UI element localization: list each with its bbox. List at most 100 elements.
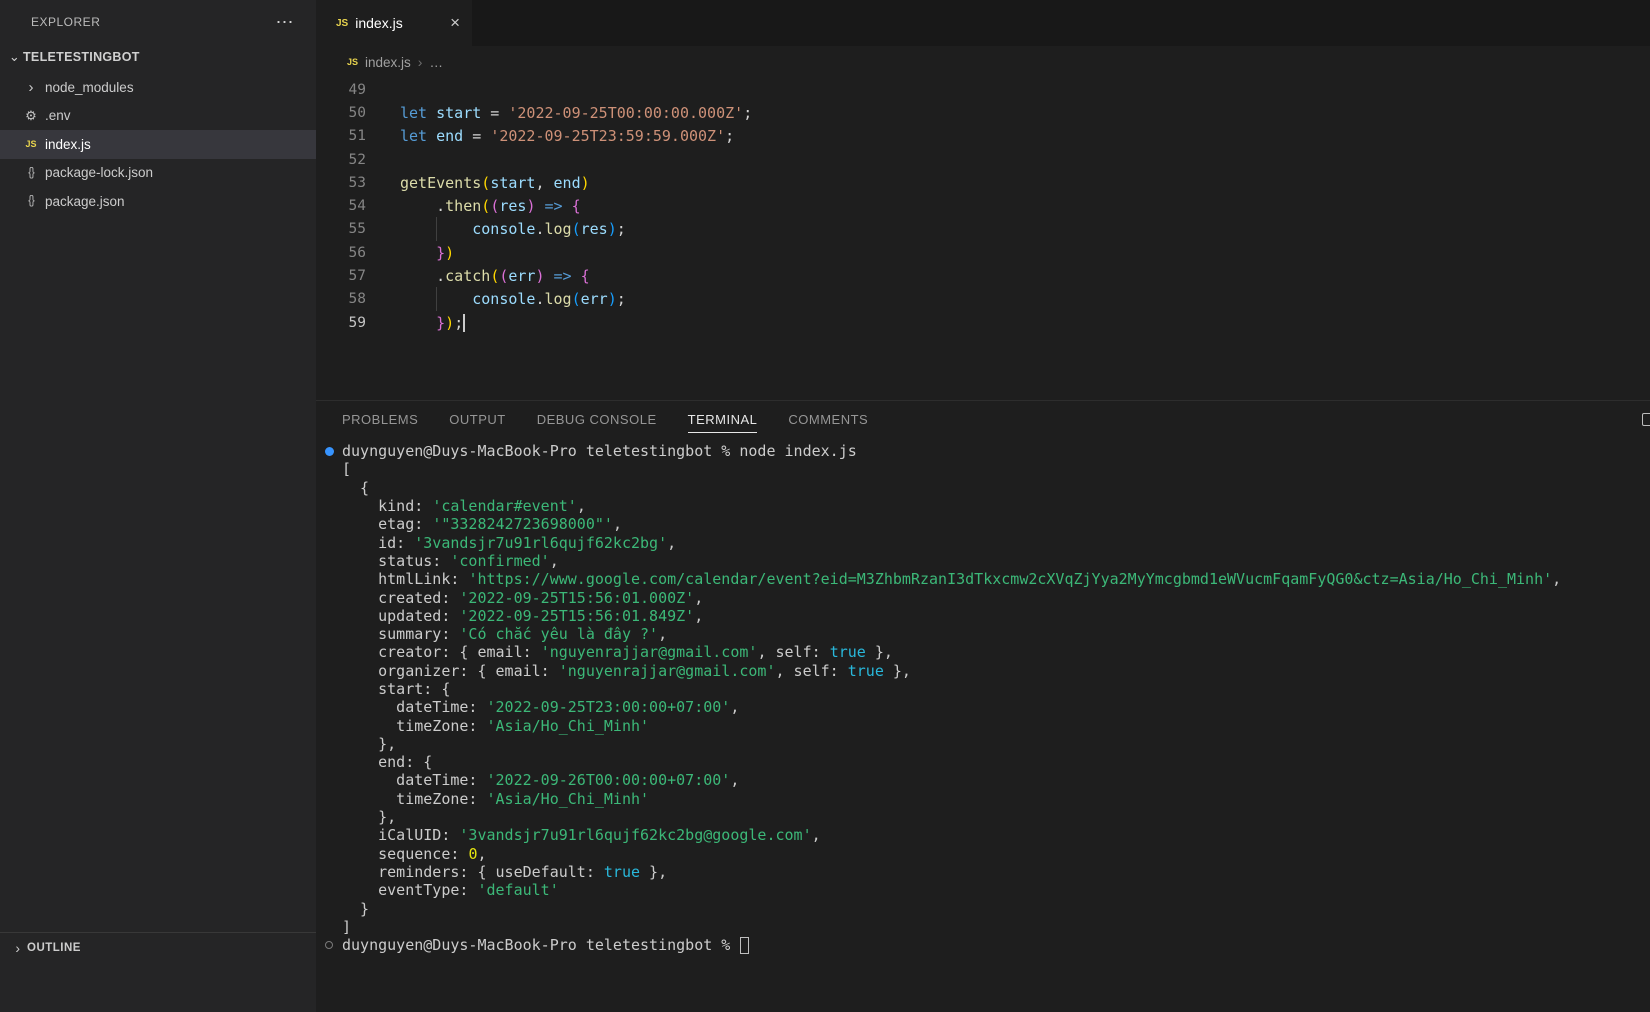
js-icon: JS (18, 139, 44, 149)
terminal-text: iCalUID: '3vandsjr7u91rl6qujf62kc2bg@goo… (342, 826, 821, 844)
outline-label: OUTLINE (27, 942, 81, 954)
token-t: dateTime: (342, 698, 487, 716)
run-command-decoration (316, 447, 342, 456)
code-text: console.log(res); (400, 220, 626, 238)
token-t: }, (342, 808, 396, 826)
code-line-53[interactable]: 53getEvents(start, end) (316, 171, 1650, 194)
code-line-57[interactable]: 57 .catch((err) => { (316, 264, 1650, 287)
token-g: 'Asia/Ho_Chi_Minh' (487, 790, 650, 808)
token-g: 'nguyenrajjar@gmail.com' (541, 643, 758, 661)
terminal-line: id: '3vandsjr7u91rl6qujf62kc2bg', (316, 533, 1650, 551)
line-number: 59 (316, 315, 400, 331)
terminal-line: timeZone: 'Asia/Ho_Chi_Minh' (316, 790, 1650, 808)
code-line-52[interactable]: 52 (316, 148, 1650, 171)
breadcrumb-file[interactable]: index.js (365, 55, 411, 70)
terminal-text: creator: { email: 'nguyenrajjar@gmail.co… (342, 643, 893, 661)
token-t: creator: { email: (342, 643, 541, 661)
file-item-package.json[interactable]: {}package.json (0, 187, 316, 216)
terminal[interactable]: duynguyen@Duys-MacBook-Pro teletestingbo… (316, 439, 1650, 1012)
token-pl: . (535, 220, 544, 238)
token-kw: let (400, 104, 427, 122)
token-t: , (477, 845, 486, 863)
file-item-package-lock.json[interactable]: {}package-lock.json (0, 159, 316, 188)
panel-tab-problems[interactable]: PROBLEMS (342, 407, 418, 433)
token-g: 'https://www.google.com/calendar/event?e… (468, 570, 1552, 588)
token-str: '2022-09-25T00:00:00.000Z' (508, 104, 743, 122)
terminal-text: htmlLink: 'https://www.google.com/calend… (342, 570, 1561, 588)
panel-tab-terminal[interactable]: TERMINAL (688, 407, 758, 433)
terminal-line: start: { (316, 680, 1650, 698)
panel-tab-comments[interactable]: COMMENTS (788, 407, 868, 433)
panel-tab-debug-console[interactable]: DEBUG CONSOLE (537, 407, 657, 433)
code-line-58[interactable]: 58 console.log(err); (316, 288, 1650, 311)
code-line-49[interactable]: 49 (316, 78, 1650, 101)
code-line-54[interactable]: 54 .then((res) => { (316, 194, 1650, 217)
terminal-text: { (342, 479, 369, 497)
tab-index-js[interactable]: JS index.js × (316, 0, 472, 46)
file-item-index.js[interactable]: JSindex.js (0, 130, 316, 159)
code-text: let end = '2022-09-25T23:59:59.000Z'; (400, 127, 734, 145)
code-line-56[interactable]: 56 }) (316, 241, 1650, 264)
file-item-.env[interactable]: ⚙.env (0, 102, 316, 131)
more-actions-icon[interactable]: ⋯ (276, 13, 295, 31)
terminal-text: end: { (342, 753, 432, 771)
token-g: '2022-09-25T23:00:00+07:00' (487, 698, 731, 716)
terminal-text: id: '3vandsjr7u91rl6qujf62kc2bg', (342, 534, 676, 552)
code-line-55[interactable]: 55 console.log(res); (316, 218, 1650, 241)
token-t: ] (342, 918, 351, 936)
file-tree: ›node_modules⚙.envJSindex.js{}package-lo… (0, 70, 316, 216)
breadcrumb-symbol[interactable]: … (429, 55, 443, 70)
terminal-text: dateTime: '2022-09-26T00:00:00+07:00', (342, 771, 739, 789)
token-t: , (613, 515, 622, 533)
terminal-text: start: { (342, 680, 450, 698)
token-b: true (848, 662, 884, 680)
token-t: , (658, 625, 667, 643)
token-g: 'nguyenrajjar@gmail.com' (559, 662, 776, 680)
close-tab-icon[interactable]: × (450, 13, 460, 33)
terminal-line: } (316, 899, 1650, 917)
terminal-text: reminders: { useDefault: true }, (342, 863, 667, 881)
token-b1: ) (445, 244, 454, 262)
token-t: sequence: (342, 845, 468, 863)
token-var: start (436, 104, 481, 122)
outline-section[interactable]: › OUTLINE (0, 932, 316, 962)
chevron-down-icon: ⌄ (6, 49, 23, 65)
token-t: { (342, 479, 369, 497)
terminal-line: duynguyen@Duys-MacBook-Pro teletestingbo… (316, 442, 1650, 460)
token-var: err (581, 290, 608, 308)
terminal-line: }, (316, 735, 1650, 753)
js-file-icon: JS (336, 18, 348, 29)
token-b3: ) (608, 220, 617, 238)
token-t: kind: (342, 497, 432, 515)
root-folder-row[interactable]: ⌄ TELETESTINGBOT (0, 44, 316, 70)
token-b1: ( (481, 174, 490, 192)
terminal-line: duynguyen@Duys-MacBook-Pro teletestingbo… (316, 936, 1650, 954)
item-label: index.js (45, 137, 91, 152)
terminal-text: timeZone: 'Asia/Ho_Chi_Minh' (342, 717, 649, 735)
explorer-title: EXPLORER (31, 15, 100, 29)
terminal-line: dateTime: '2022-09-26T00:00:00+07:00', (316, 771, 1650, 789)
code-line-51[interactable]: 51let end = '2022-09-25T23:59:59.000Z'; (316, 125, 1650, 148)
terminal-text: updated: '2022-09-25T15:56:01.849Z', (342, 607, 703, 625)
panel-action-icon[interactable] (1642, 413, 1650, 426)
terminal-text: etag: '"3328242723698000"', (342, 515, 622, 533)
token-t: , (694, 589, 703, 607)
code-line-59[interactable]: 59 }); (316, 311, 1650, 334)
terminal-text: created: '2022-09-25T15:56:01.000Z', (342, 589, 703, 607)
token-pl: . (400, 267, 445, 285)
token-t: eventType: (342, 881, 477, 899)
code-editor[interactable]: 4950let start = '2022-09-25T00:00:00.000… (316, 78, 1650, 400)
token-var: console (472, 290, 535, 308)
panel-tab-output[interactable]: OUTPUT (449, 407, 505, 433)
terminal-line: created: '2022-09-25T15:56:01.000Z', (316, 588, 1650, 606)
token-t: dateTime: (342, 771, 487, 789)
token-b3: ) (608, 290, 617, 308)
token-pl (427, 104, 436, 122)
code-line-50[interactable]: 50let start = '2022-09-25T00:00:00.000Z'… (316, 101, 1650, 124)
editor-region: JS index.js × JS index.js › … 4950let st… (316, 0, 1650, 1012)
terminal-text: }, (342, 808, 396, 826)
token-g: '2022-09-26T00:00:00+07:00' (487, 771, 731, 789)
token-b2: } (436, 244, 445, 262)
folder-item-node_modules[interactable]: ›node_modules (0, 73, 316, 102)
line-number: 57 (316, 268, 400, 284)
